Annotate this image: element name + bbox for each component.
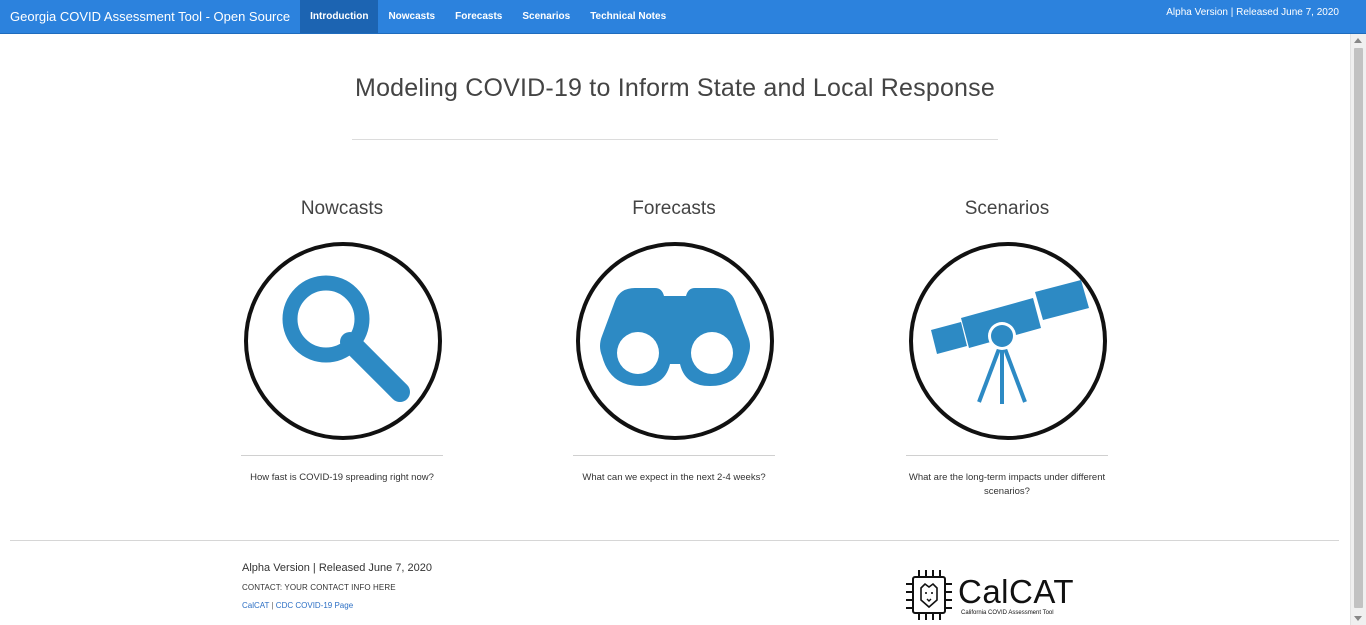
binoculars-icon bbox=[600, 288, 750, 386]
scroll-thumb[interactable] bbox=[1354, 48, 1363, 608]
card-heading-scenarios: Scenarios bbox=[964, 198, 1050, 219]
nowcasts-circle-link[interactable] bbox=[244, 242, 442, 440]
calcat-link[interactable]: CalCAT bbox=[242, 601, 269, 610]
footer-contact: CONTACT: YOUR CONTACT INFO HERE bbox=[242, 583, 396, 592]
logo-subtitle: California COVID Assessment Tool bbox=[961, 610, 1054, 616]
magnifier-icon bbox=[282, 275, 410, 402]
card-nowcasts: Nowcasts How fast is COVID-19 spreading … bbox=[241, 196, 443, 483]
card-divider bbox=[241, 455, 443, 456]
page-scrollbar[interactable] bbox=[1350, 34, 1366, 625]
nav-scenarios[interactable]: Scenarios bbox=[512, 0, 580, 33]
scroll-down-arrow-icon[interactable] bbox=[1354, 616, 1362, 621]
card-divider bbox=[573, 455, 775, 456]
card-heading-nowcasts: Nowcasts bbox=[300, 198, 384, 219]
brand-link[interactable]: Georgia COVID Assessment Tool - Open Sou… bbox=[0, 0, 300, 33]
nav-technical-notes[interactable]: Technical Notes bbox=[580, 0, 676, 33]
cdc-covid-link[interactable]: CDC COVID-19 Page bbox=[276, 601, 353, 610]
logo-wordmark: CalCAT bbox=[958, 573, 1075, 610]
telescope-icon bbox=[931, 280, 1089, 404]
footer-version: Alpha Version | Released June 7, 2020 bbox=[242, 562, 432, 574]
nav-nowcasts[interactable]: Nowcasts bbox=[378, 0, 445, 33]
card-heading-forecasts: Forecasts bbox=[632, 198, 716, 219]
nav-introduction[interactable]: Introduction bbox=[300, 0, 379, 33]
scroll-up-arrow-icon[interactable] bbox=[1354, 38, 1362, 43]
footer-links: CalCAT | CDC COVID-19 Page bbox=[242, 601, 353, 610]
forecasts-circle-link[interactable] bbox=[576, 242, 774, 440]
card-scenarios: Scenarios What are the long-term impacts… bbox=[906, 196, 1108, 497]
navbar-version-text: Alpha Version | Released June 7, 2020 bbox=[1166, 7, 1339, 18]
chip-lion-logo-icon bbox=[906, 570, 952, 620]
page-title: Modeling COVID-19 to Inform State and Lo… bbox=[355, 74, 995, 102]
card-forecasts: Forecasts What can we expect in the next… bbox=[573, 196, 775, 483]
top-navbar: Georgia COVID Assessment Tool - Open Sou… bbox=[0, 0, 1366, 34]
scenarios-circle-link[interactable] bbox=[909, 242, 1107, 440]
nav-forecasts[interactable]: Forecasts bbox=[445, 0, 512, 33]
card-text-scenarios: What are the long-term impacts under dif… bbox=[908, 472, 1106, 497]
card-text-nowcasts: How fast is COVID-19 spreading right now… bbox=[250, 472, 434, 483]
card-divider bbox=[906, 455, 1108, 456]
card-text-forecasts: What can we expect in the next 2-4 weeks… bbox=[582, 472, 766, 483]
title-divider bbox=[352, 139, 998, 140]
footer-divider bbox=[10, 540, 1339, 541]
calcat-logo: CalCAT California COVID Assessment Tool bbox=[904, 568, 1074, 622]
